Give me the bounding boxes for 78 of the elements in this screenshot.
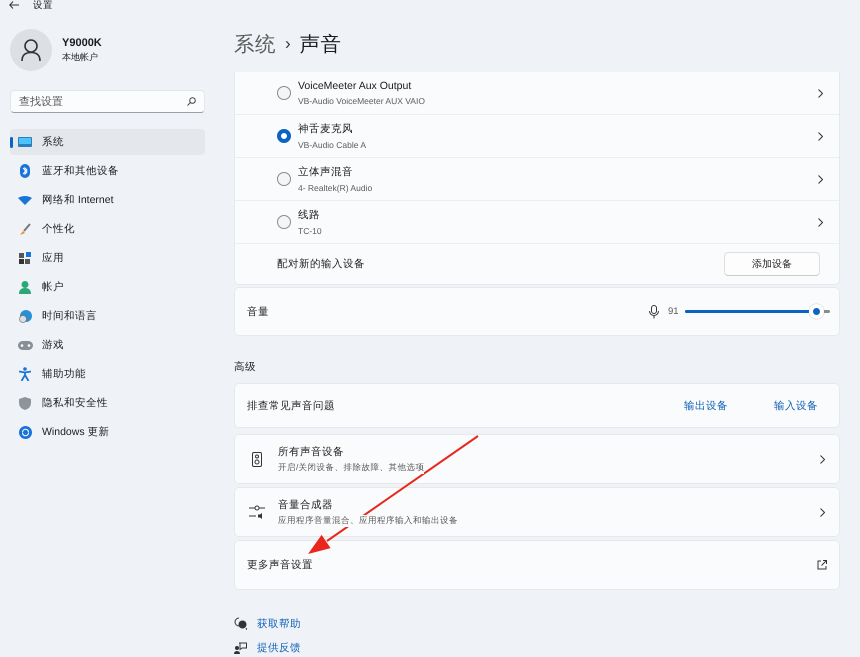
- shield-icon: [19, 396, 31, 410]
- add-device-button[interactable]: 添加设备: [724, 252, 820, 276]
- setting-title: 更多声音设置: [247, 558, 314, 572]
- device-detail: VB-Audio VoiceMeeter AUX VAIO: [298, 96, 426, 106]
- gamepad-icon: [18, 340, 32, 350]
- volume-label: 音量: [247, 304, 270, 318]
- nav-item[interactable]: 网络和 Internet: [10, 187, 205, 213]
- nav-item[interactable]: 个性化: [10, 216, 205, 242]
- troubleshoot-label: 排查常见声音问题: [247, 398, 336, 412]
- volume-slider[interactable]: [684, 304, 830, 319]
- help-icon: [234, 617, 247, 630]
- radio-button[interactable]: [277, 172, 291, 186]
- setting-description: 应用程序音量混合、应用程序输入和输出设备: [278, 514, 458, 526]
- feedback-icon: [234, 642, 247, 654]
- device-detail: 4- Realtek(R) Audio: [298, 183, 374, 193]
- link[interactable]: 输出设备: [684, 398, 728, 412]
- section-heading: 高级: [234, 360, 257, 374]
- nav-item[interactable]: 系统: [10, 129, 205, 155]
- back-arrow-icon[interactable]: [9, 1, 19, 9]
- external-link-icon[interactable]: [817, 560, 827, 570]
- speaker-icon: [252, 452, 262, 466]
- slider-thumb[interactable]: [809, 304, 824, 319]
- monitor-icon: [18, 137, 32, 147]
- link[interactable]: 输入设备: [774, 398, 818, 412]
- microphone-icon: [649, 304, 659, 318]
- brush-icon: [19, 223, 31, 235]
- setting-title: 所有声音设备: [278, 444, 345, 458]
- nav-item[interactable]: 帐户: [10, 274, 205, 300]
- settings-card[interactable]: 音量合成器 应用程序音量混合、应用程序输入和输出设备: [234, 487, 840, 537]
- radio-button[interactable]: [277, 129, 291, 143]
- breadcrumb-parent[interactable]: 系统: [234, 30, 276, 58]
- nav-item[interactable]: 蓝牙和其他设备: [10, 158, 205, 184]
- apps-icon: [19, 252, 31, 264]
- device-name: 立体声混音: [298, 165, 354, 179]
- person-icon: [21, 39, 41, 61]
- search-field[interactable]: 查找设置: [10, 90, 205, 113]
- device-detail: TC-10: [298, 226, 323, 236]
- mixer-icon: [249, 505, 265, 519]
- link[interactable]: 提供反馈: [257, 640, 301, 654]
- setting-title: 音量合成器: [278, 498, 334, 512]
- accessibility-icon: [19, 367, 31, 381]
- device-name: VoiceMeeter Aux Output: [298, 80, 412, 92]
- selection-indicator: [10, 137, 12, 148]
- account-type: 本地帐户: [62, 50, 99, 64]
- chevron-right-icon[interactable]: [818, 218, 823, 226]
- device-name: 神舌麦克风: [298, 122, 354, 136]
- update-icon: [18, 426, 32, 438]
- chevron-right-icon[interactable]: [818, 174, 823, 184]
- radio-button[interactable]: [277, 86, 291, 100]
- link[interactable]: 获取帮助: [257, 616, 301, 630]
- chevron-right-icon[interactable]: [818, 132, 823, 140]
- device-detail: VB-Audio Cable A: [298, 140, 368, 150]
- pair-label: 配对新的输入设备: [277, 257, 365, 271]
- page-title: 声音: [300, 32, 342, 58]
- search-icon: [187, 97, 196, 106]
- window-title: 设置: [33, 0, 53, 12]
- radio-button[interactable]: [277, 215, 291, 229]
- account-name: Y9000K: [62, 36, 102, 48]
- nav-item[interactable]: 应用: [10, 245, 205, 271]
- setting-description: 开启/关闭设备、排除故障、其他选项: [278, 462, 424, 474]
- nav-item[interactable]: Windows 更新: [10, 419, 205, 445]
- volume-reading: 91: [668, 306, 679, 317]
- device-name: 线路: [298, 208, 321, 222]
- nav-item[interactable]: 时间和语言: [10, 303, 205, 329]
- nav-item[interactable]: 游戏: [10, 332, 205, 358]
- avatar[interactable]: [10, 29, 52, 71]
- chevron-right-icon[interactable]: [820, 508, 825, 516]
- chevron-right-icon[interactable]: [820, 454, 825, 464]
- settings-card[interactable]: 更多声音设置: [234, 540, 840, 590]
- nav-item[interactable]: 隐私和安全性: [10, 390, 205, 416]
- chevron-right-icon[interactable]: [818, 88, 823, 98]
- person-icon: [19, 280, 31, 294]
- nav-item[interactable]: 辅助功能: [10, 361, 205, 387]
- settings-card[interactable]: 所有声音设备 开启/关闭设备、排除故障、其他选项: [234, 434, 840, 484]
- wifi-icon: [18, 196, 32, 204]
- breadcrumb-separator: ›: [285, 34, 291, 54]
- clock-globe-icon: [18, 310, 32, 322]
- bluetooth-icon: [20, 164, 30, 178]
